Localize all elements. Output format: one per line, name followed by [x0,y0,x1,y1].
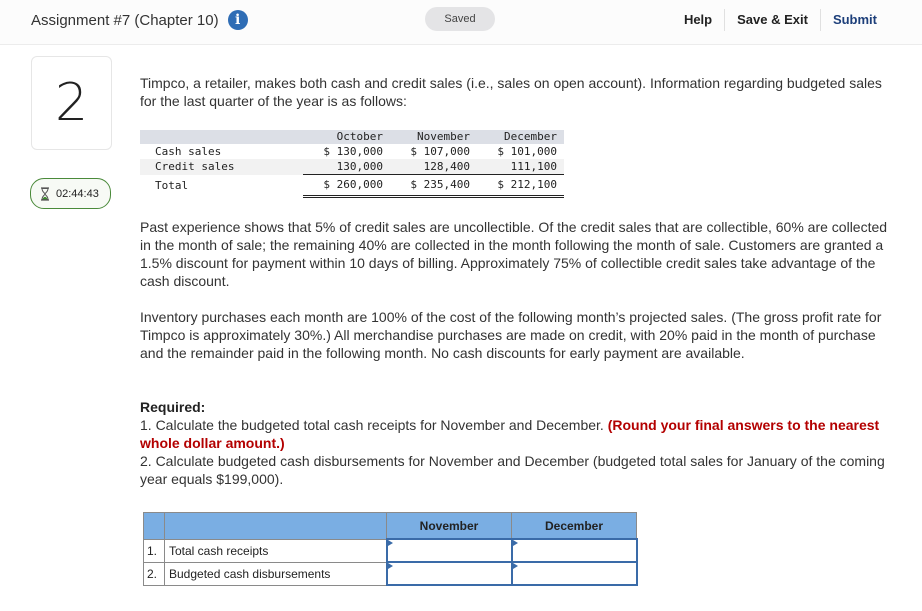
cell: $ 130,000 [323,145,383,158]
header-blank [143,512,165,540]
answer-cell[interactable] [385,538,513,563]
cell: $ 235,400 [390,174,477,198]
cell: $ 260,000 [303,174,390,198]
table-row: Cash sales $ 130,000 $ 107,000 $ 101,000 [140,144,564,159]
question-number: 2 [31,56,112,150]
table-row: 2. Budgeted cash disbursements [143,561,638,586]
table-row: 1. Total cash receipts [143,538,638,563]
cell: 130,000 [303,159,390,175]
cell: $ 101,000 [497,145,557,158]
sales-table: October November December Cash sales $ 1… [140,130,564,198]
timer-badge[interactable]: 02:44:43 [30,178,111,209]
help-link[interactable]: Help [672,9,724,31]
input-marker-icon [512,540,518,546]
question-intro: Timpco, a retailer, makes both cash and … [140,74,890,110]
cash-receipts-november-input[interactable] [387,541,511,560]
requirement-1-text: 1. Calculate the budgeted total cash rec… [140,417,608,433]
answer-cell[interactable] [385,561,513,586]
column-header: November [390,130,477,144]
intro-text: Timpco, a retailer, makes both cash and … [140,75,882,109]
save-exit-link[interactable]: Save & Exit [725,9,820,31]
requirement-2: 2. Calculate budgeted cash disbursements… [140,453,885,487]
row-number: 1. [143,538,165,563]
saved-status-badge: Saved [425,7,495,31]
row-label: Total [155,178,189,192]
required-heading: Required: [140,399,206,415]
answer-cell[interactable] [510,538,638,563]
column-header-november: November [386,512,512,540]
cash-disbursements-december-input[interactable] [512,564,636,583]
table-row: Total $ 260,000 $ 235,400 $ 212,100 [140,174,564,198]
input-marker-icon [387,563,393,569]
row-label: Credit sales [140,159,303,175]
row-number: 2. [143,561,165,586]
credit-policy-paragraph: Past experience shows that 5% of credit … [140,219,888,289]
row-label: Total cash receipts [164,538,387,563]
row-label: Budgeted cash disbursements [164,561,387,586]
cash-receipts-december-input[interactable] [512,541,636,560]
cell: $ 107,000 [410,145,470,158]
table-row: Credit sales 130,000 128,400 111,100 [140,159,564,175]
assignment-title: Assignment #7 (Chapter 10) [31,11,219,29]
input-marker-icon [512,563,518,569]
input-marker-icon [387,540,393,546]
column-header: October [303,130,390,144]
submit-link[interactable]: Submit [821,9,877,31]
cash-disbursements-november-input[interactable] [387,564,511,583]
inventory-paragraph: Inventory purchases each month are 100% … [140,309,882,361]
column-header-december: December [511,512,637,540]
answer-table-header: November December [143,512,637,540]
column-header: December [477,130,564,144]
timer-value: 02:44:43 [56,187,99,200]
cell: 128,400 [390,159,477,175]
header-blank [164,512,387,540]
top-nav: Help Save & Exit Submit [672,9,877,31]
answer-cell[interactable] [510,561,638,586]
requirement-1: 1. Calculate the budgeted total cash rec… [140,416,890,452]
row-label: Cash sales [155,145,222,158]
hourglass-icon [41,186,49,201]
top-bar: Assignment #7 (Chapter 10) i Saved Help … [0,0,922,45]
required-section: Required: 1. Calculate the budgeted tota… [140,398,890,488]
answer-table: November December 1. Total cash receipts… [143,512,638,586]
cell: $ 212,100 [477,174,564,198]
assignment-title-area: Assignment #7 (Chapter 10) i [31,10,248,30]
cell: 111,100 [477,159,564,175]
info-icon[interactable]: i [227,10,248,30]
sales-table-header: October November December [140,130,564,144]
header-blank [140,130,303,144]
